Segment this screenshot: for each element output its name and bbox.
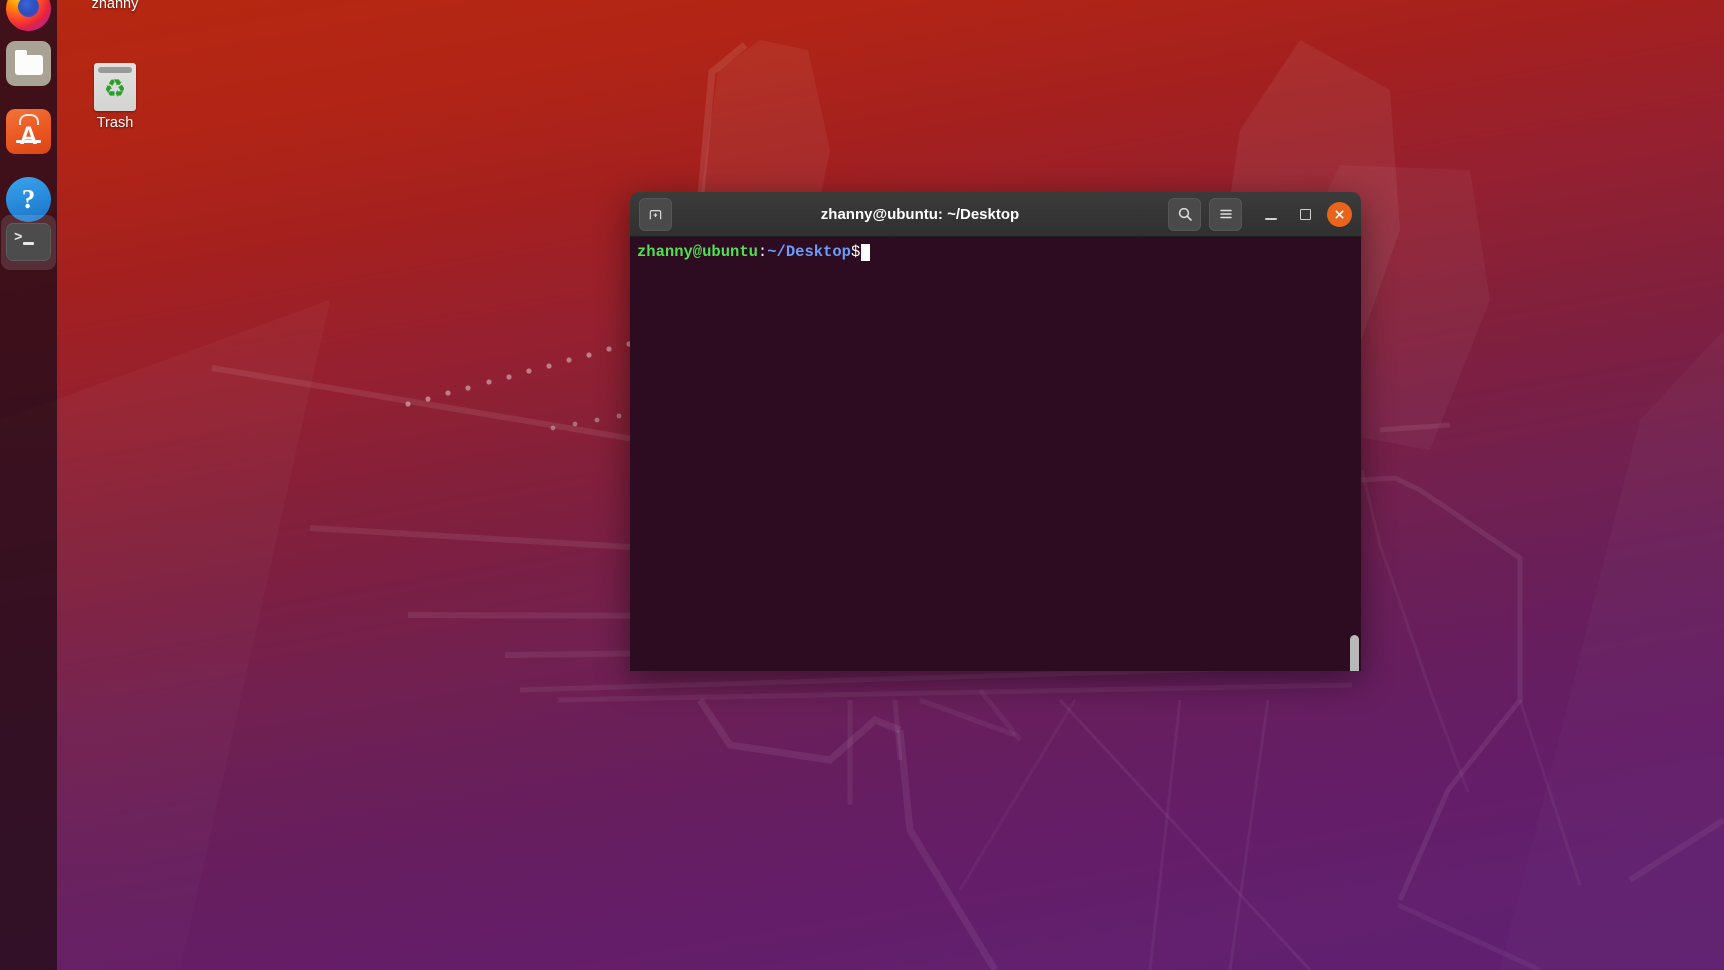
ubuntu-software-icon-letter: A	[19, 122, 38, 150]
terminal-icon-prompt: >	[14, 230, 23, 246]
terminal-icon-underscore	[23, 242, 34, 245]
hamburger-menu-icon	[1219, 209, 1232, 219]
desktop-icon-label-zhanny: zhanny	[91, 0, 139, 12]
menu-button[interactable]	[1209, 197, 1242, 231]
desktop-icon-label-trash: Trash	[96, 115, 134, 131]
trash-icon: ♻	[94, 63, 136, 111]
trash-lid	[98, 67, 132, 73]
dock: A ? >	[0, 0, 57, 970]
terminal-output-area[interactable]: zhanny@ubuntu : ~/Desktop $	[630, 237, 1361, 671]
maximize-button[interactable]	[1292, 201, 1318, 227]
prompt-dollar: $	[850, 243, 861, 261]
desktop-icon-zhanny[interactable]: zhanny	[73, 0, 157, 12]
close-x-glyph	[1335, 210, 1343, 218]
folder-icon	[6, 41, 51, 86]
terminal-icon: >	[6, 223, 51, 261]
terminal-titlebar[interactable]: zhanny@ubuntu: ~/Desktop	[630, 192, 1361, 237]
recycle-symbol-icon: ♻	[103, 75, 127, 103]
terminal-scrollbar-thumb[interactable]	[1350, 635, 1359, 671]
close-button[interactable]	[1326, 201, 1352, 227]
dock-item-files[interactable]	[6, 41, 51, 86]
terminal-scrollbar[interactable]	[1348, 237, 1361, 671]
dock-item-terminal[interactable]: >	[6, 222, 51, 262]
terminal-prompt-line: zhanny@ubuntu : ~/Desktop $	[637, 243, 1361, 262]
window-title: zhanny@ubuntu: ~/Desktop	[820, 205, 1020, 223]
firefox-icon	[6, 0, 51, 31]
desktop-screen: zhanny ♻ Trash A ? > zhanny@ubuntu: ~/De…	[0, 0, 1724, 970]
minimize-button[interactable]	[1258, 201, 1284, 227]
close-icon	[1326, 201, 1352, 227]
new-tab-icon	[649, 209, 662, 219]
terminal-window[interactable]: zhanny@ubuntu: ~/Desktop zhanny@ubuntu:…	[630, 192, 1361, 671]
maximize-icon	[1299, 208, 1311, 220]
dock-item-ubuntu-software[interactable]: A	[6, 109, 51, 154]
search-icon	[1178, 207, 1192, 221]
firefox-icon-core	[18, 0, 39, 17]
ubuntu-software-icon: A	[6, 109, 51, 154]
terminal-cursor	[861, 244, 871, 262]
folder-icon-shape	[14, 50, 43, 75]
search-button[interactable]	[1168, 197, 1201, 231]
new-tab-button[interactable]	[639, 197, 672, 231]
ubuntu-software-icon-bar	[16, 140, 41, 143]
prompt-path: ~/Desktop	[767, 243, 851, 261]
ubuntu-software-icon-handle	[18, 114, 39, 125]
dock-item-firefox[interactable]	[6, 0, 51, 31]
minimize-icon	[1265, 217, 1277, 220]
prompt-colon: :	[757, 243, 768, 261]
desktop-icon-trash[interactable]: ♻ Trash	[73, 63, 157, 131]
prompt-user-host: zhanny@ubuntu	[637, 243, 758, 261]
titlebar-controls	[1168, 197, 1352, 231]
